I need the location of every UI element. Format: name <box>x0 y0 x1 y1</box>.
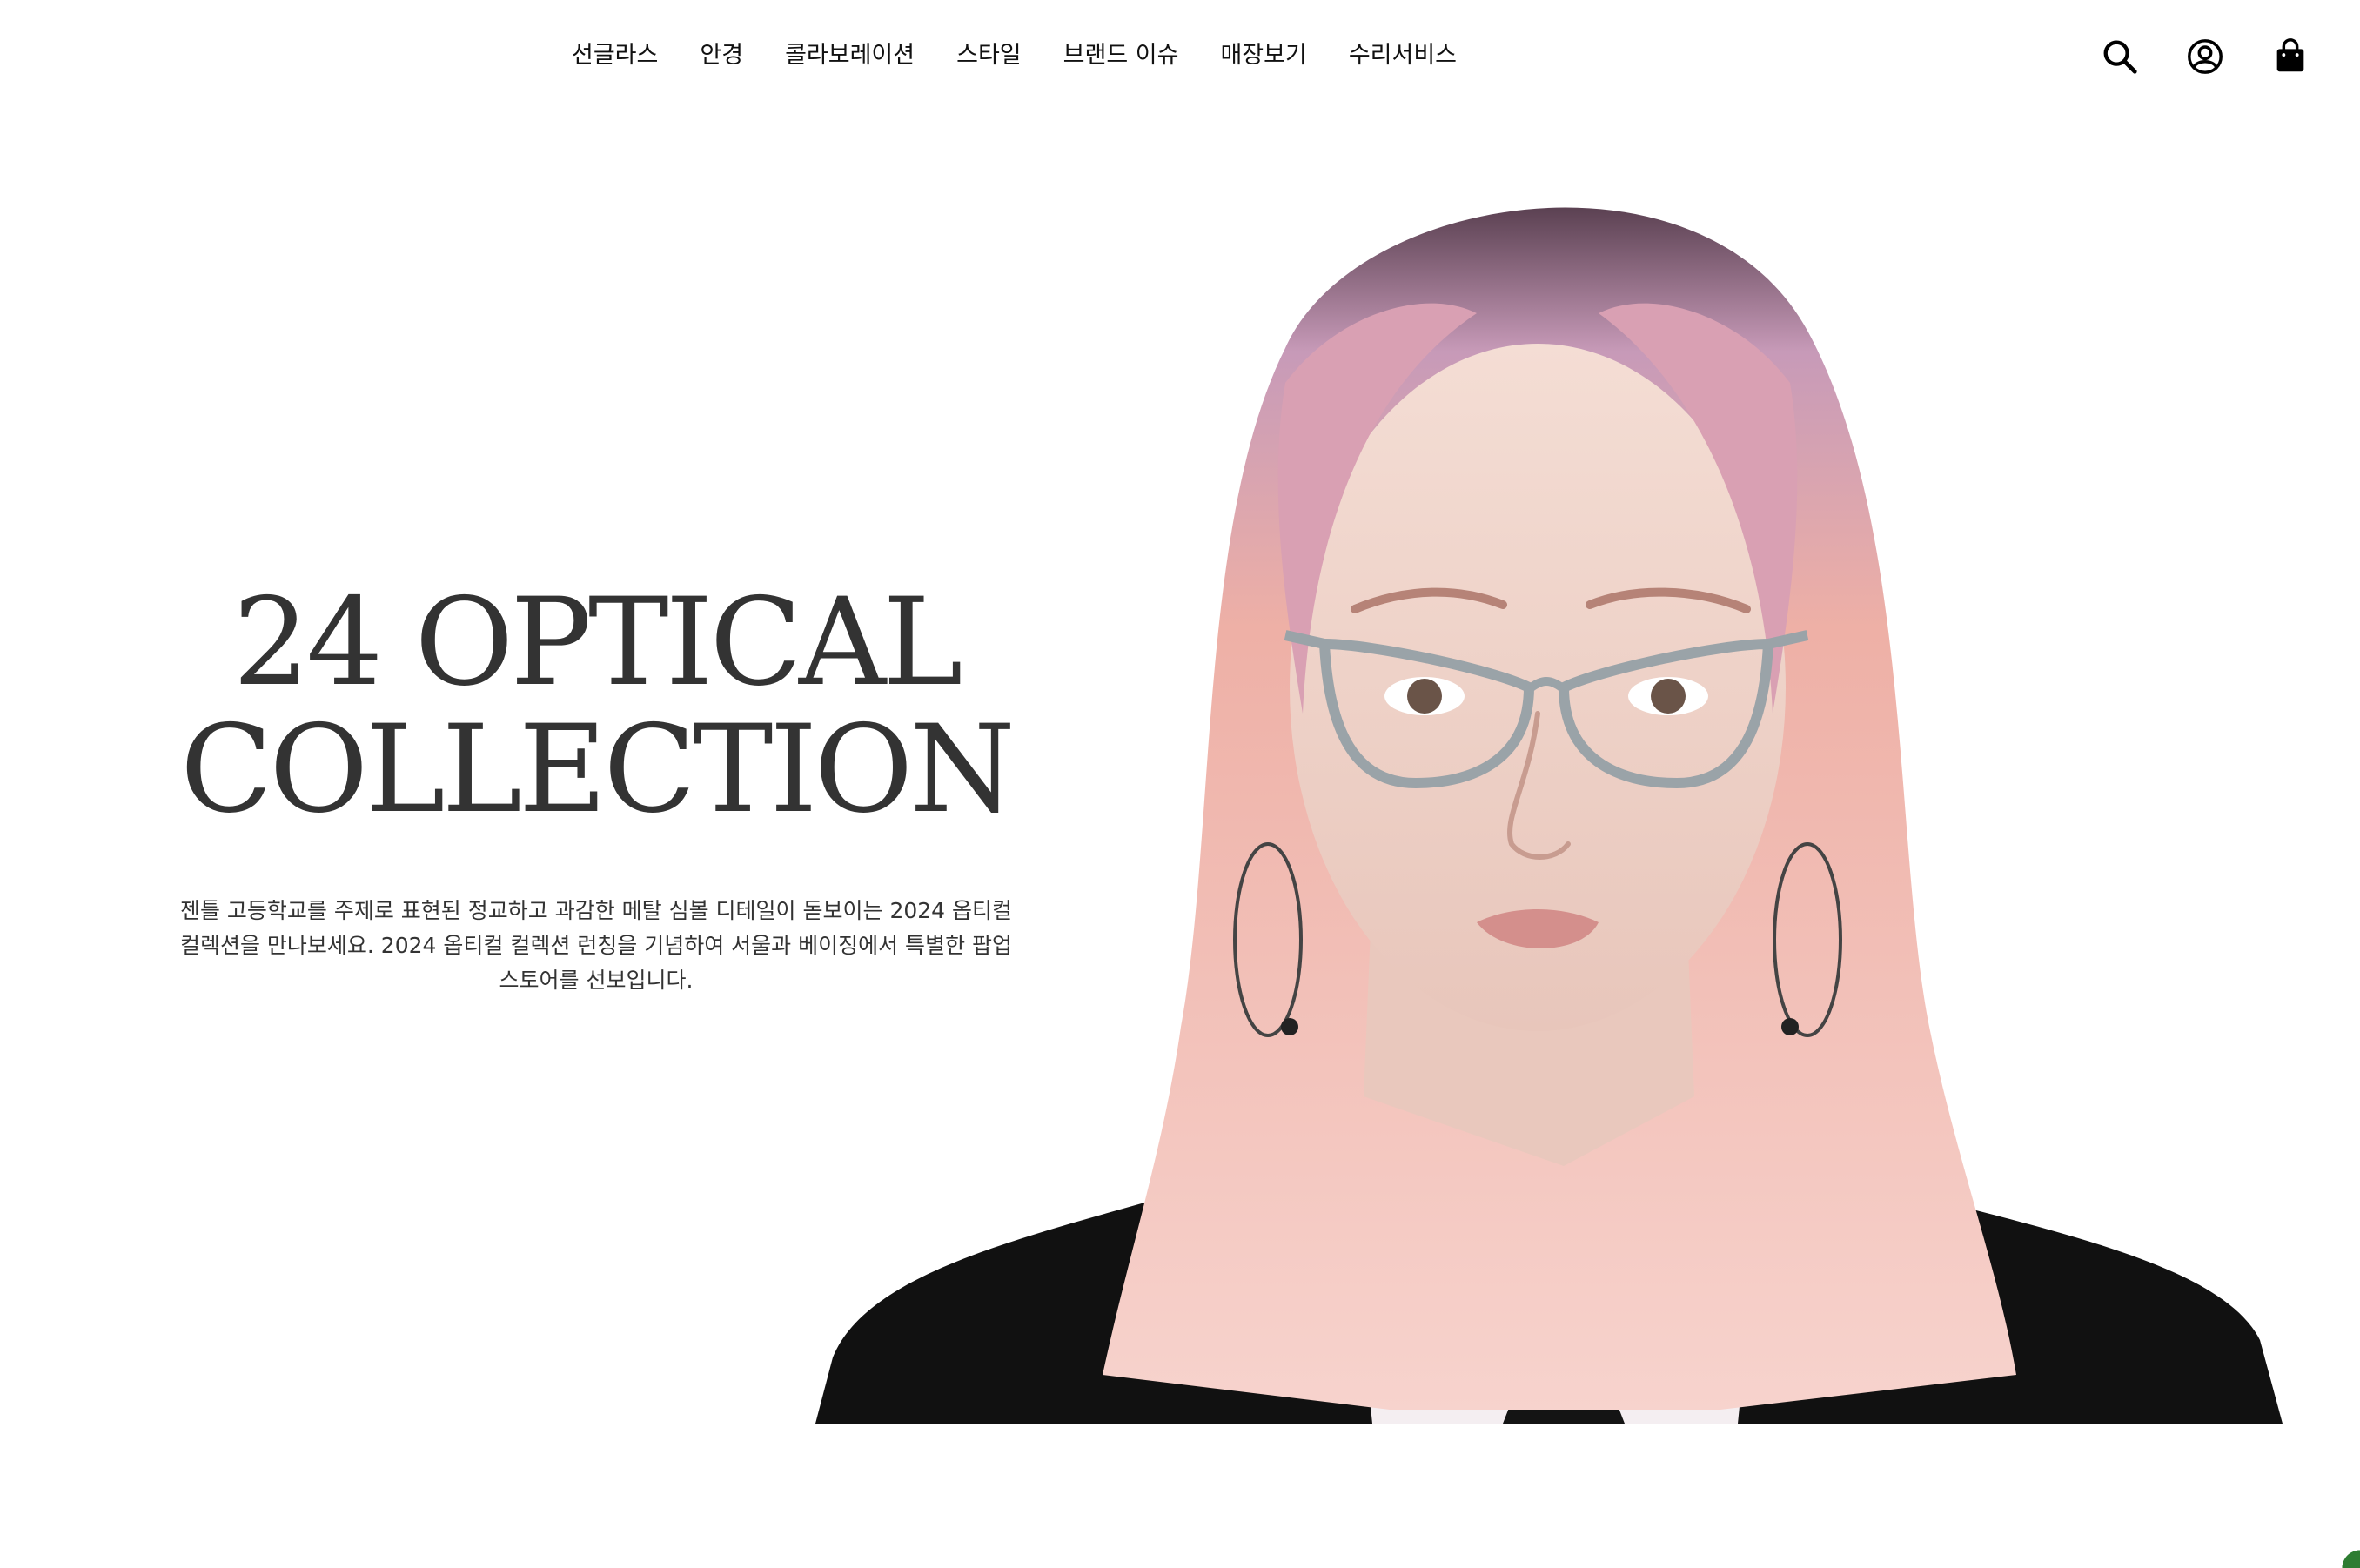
model-portrait-illustration <box>815 207 2283 1424</box>
menu-item-glasses[interactable]: 안경 <box>679 38 764 73</box>
hero-model-image[interactable] <box>815 157 2283 1424</box>
cart-button[interactable] <box>2269 35 2312 78</box>
menu-item-brand-issue[interactable]: 브랜드 이슈 <box>1043 38 1200 73</box>
menu-item-repair-service[interactable]: 수리서비스 <box>1328 38 1478 73</box>
menu-item-store-locator[interactable]: 매장보기 <box>1199 38 1327 73</box>
menu-item-sunglasses[interactable]: 선글라스 <box>572 38 679 73</box>
menu-item-collaboration[interactable]: 콜라보레이션 <box>764 38 935 73</box>
search-button[interactable] <box>2098 35 2142 78</box>
corner-accent <box>2339 1547 2360 1568</box>
shopping-bag-icon <box>2276 38 2304 72</box>
header-icons <box>2098 35 2312 78</box>
top-navigation: 선글라스 안경 콜라보레이션 스타일 브랜드 이슈 매장보기 수리서비스 <box>0 0 2360 113</box>
account-icon <box>2188 39 2223 74</box>
main-menu: 선글라스 안경 콜라보레이션 스타일 브랜드 이슈 매장보기 수리서비스 <box>572 38 1478 73</box>
search-icon <box>2103 40 2137 74</box>
account-button[interactable] <box>2183 35 2227 78</box>
menu-item-style[interactable]: 스타일 <box>935 38 1043 73</box>
